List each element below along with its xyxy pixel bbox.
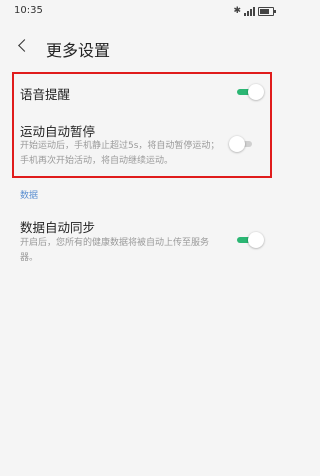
auto-pause-toggle[interactable] — [229, 136, 259, 152]
back-arrow-icon[interactable] — [18, 39, 31, 52]
voice-reminder-label: 语音提醒 — [20, 87, 71, 102]
auto-sync-description-line1: 开启后，您所有的健康数据将被自动上传至服务 — [20, 238, 210, 248]
page-title: 更多设置 — [46, 41, 111, 60]
section-header-data: 数据 — [20, 191, 39, 201]
auto-sync-label: 数据自动同步 — [20, 220, 96, 235]
battery-icon — [258, 6, 276, 16]
status-icons: ✱ — [233, 6, 276, 16]
header: 更多设置 — [0, 30, 286, 66]
status-bar: 10:35 ✱ — [0, 0, 286, 24]
auto-pause-label: 运动自动暂停 — [20, 124, 96, 139]
auto-sync-description-line2: 器。 — [20, 253, 39, 263]
auto-sync-toggle[interactable] — [234, 232, 264, 248]
status-time: 10:35 — [14, 5, 43, 16]
bluetooth-icon: ✱ — [233, 6, 241, 16]
auto-pause-description-line1: 开始运动后，手机静止超过5s，将自动暂停运动； — [20, 141, 220, 151]
signal-icon — [244, 6, 255, 16]
auto-pause-description-line2: 手机再次开始活动，将自动继续运动。 — [20, 156, 174, 166]
voice-reminder-toggle[interactable] — [234, 84, 264, 100]
